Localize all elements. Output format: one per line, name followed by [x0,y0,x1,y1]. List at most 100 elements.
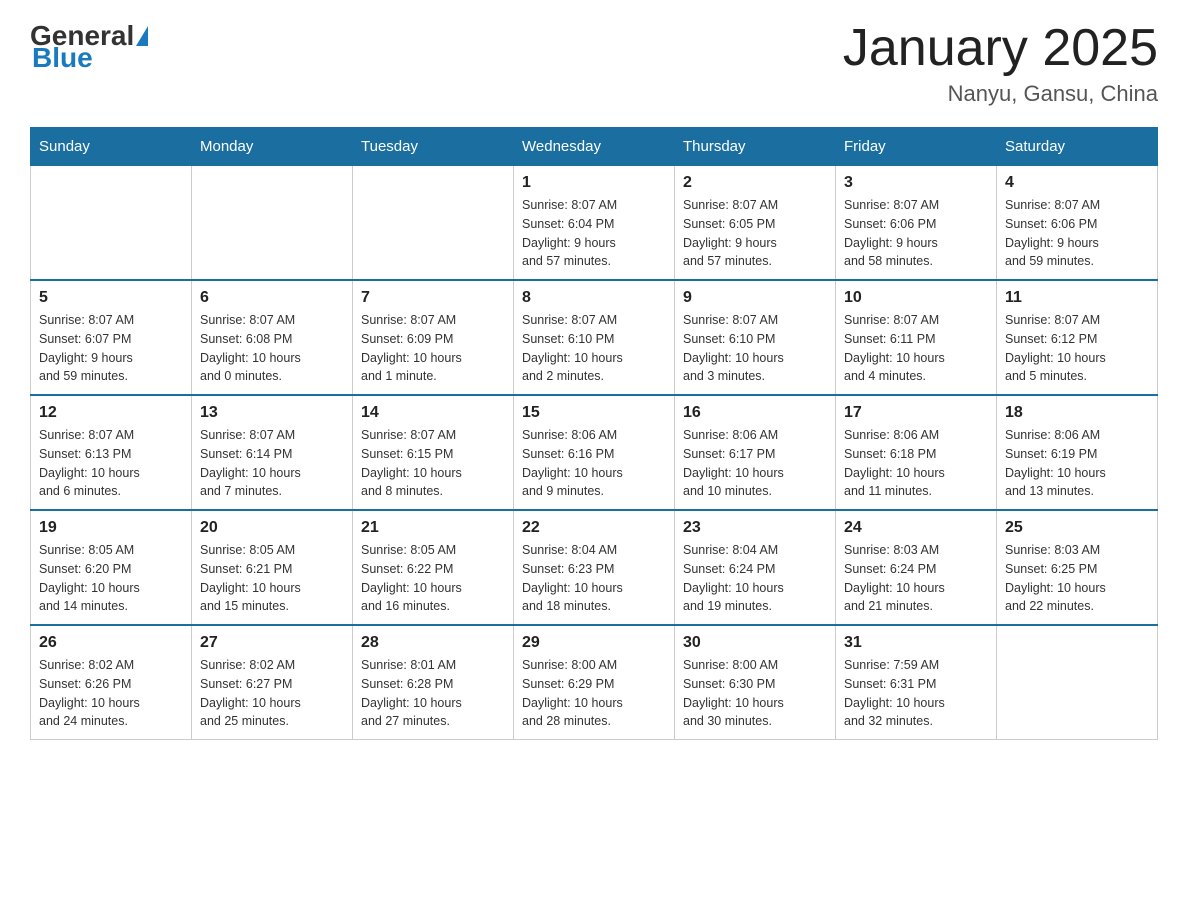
day-info: Sunrise: 8:06 AM Sunset: 6:19 PM Dayligh… [1005,426,1149,501]
day-info: Sunrise: 8:07 AM Sunset: 6:11 PM Dayligh… [844,311,988,386]
day-info: Sunrise: 8:07 AM Sunset: 6:10 PM Dayligh… [683,311,827,386]
day-number: 18 [1005,404,1149,422]
day-info: Sunrise: 8:07 AM Sunset: 6:07 PM Dayligh… [39,311,183,386]
day-info: Sunrise: 8:07 AM Sunset: 6:08 PM Dayligh… [200,311,344,386]
calendar-cell-w4-d5: 23 Sunrise: 8:04 AM Sunset: 6:24 PM Dayli… [675,510,836,625]
calendar-cell-w5-d7 [997,625,1158,740]
day-number: 2 [683,174,827,192]
day-info: Sunrise: 8:01 AM Sunset: 6:28 PM Dayligh… [361,656,505,731]
day-number: 1 [522,174,666,192]
day-info: Sunrise: 8:07 AM Sunset: 6:06 PM Dayligh… [1005,196,1149,271]
day-info: Sunrise: 8:07 AM Sunset: 6:05 PM Dayligh… [683,196,827,271]
calendar-cell-w2-d1: 5 Sunrise: 8:07 AM Sunset: 6:07 PM Daylig… [31,280,192,395]
week-row-1: 1Sunrise: 8:07 AM Sunset: 6:04 PM Daylig… [31,166,1158,281]
day-info: Sunrise: 8:05 AM Sunset: 6:22 PM Dayligh… [361,541,505,616]
week-row-4: 19 Sunrise: 8:05 AM Sunset: 6:20 PM Dayli… [31,510,1158,625]
calendar-cell-w2-d4: 8Sunrise: 8:07 AM Sunset: 6:10 PM Daylig… [514,280,675,395]
day-info: Sunrise: 8:05 AM Sunset: 6:20 PM Dayligh… [39,541,183,616]
calendar-cell-w3-d5: 16 Sunrise: 8:06 AM Sunset: 6:17 PM Dayli… [675,395,836,510]
calendar-cell-w5-d1: 26 Sunrise: 8:02 AM Sunset: 6:26 PM Dayli… [31,625,192,740]
day-number: 16 [683,404,827,422]
day-info: Sunrise: 8:06 AM Sunset: 6:16 PM Dayligh… [522,426,666,501]
week-row-2: 5 Sunrise: 8:07 AM Sunset: 6:07 PM Daylig… [31,280,1158,395]
day-number: 31 [844,634,988,652]
day-info: Sunrise: 8:00 AM Sunset: 6:29 PM Dayligh… [522,656,666,731]
day-info: Sunrise: 8:00 AM Sunset: 6:30 PM Dayligh… [683,656,827,731]
calendar-cell-w2-d6: 10 Sunrise: 8:07 AM Sunset: 6:11 PM Dayli… [836,280,997,395]
day-info: Sunrise: 8:06 AM Sunset: 6:18 PM Dayligh… [844,426,988,501]
day-info: Sunrise: 8:05 AM Sunset: 6:21 PM Dayligh… [200,541,344,616]
calendar-cell-w2-d7: 11 Sunrise: 8:07 AM Sunset: 6:12 PM Dayli… [997,280,1158,395]
calendar-cell-w4-d1: 19 Sunrise: 8:05 AM Sunset: 6:20 PM Dayli… [31,510,192,625]
day-number: 25 [1005,519,1149,537]
day-number: 5 [39,289,183,307]
day-number: 23 [683,519,827,537]
day-info: Sunrise: 8:07 AM Sunset: 6:13 PM Dayligh… [39,426,183,501]
calendar-cell-w4-d7: 25Sunrise: 8:03 AM Sunset: 6:25 PM Dayli… [997,510,1158,625]
day-number: 11 [1005,289,1149,307]
header-tuesday: Tuesday [353,128,514,166]
calendar-cell-w3-d3: 14 Sunrise: 8:07 AM Sunset: 6:15 PM Dayli… [353,395,514,510]
page-header: General Blue January 2025 Nanyu, Gansu, … [30,20,1158,107]
calendar-cell-w1-d2 [192,166,353,281]
header-sunday: Sunday [31,128,192,166]
calendar-cell-w4-d3: 21 Sunrise: 8:05 AM Sunset: 6:22 PM Dayli… [353,510,514,625]
logo-blue-text: Blue [32,42,93,73]
day-number: 29 [522,634,666,652]
day-number: 30 [683,634,827,652]
header-saturday: Saturday [997,128,1158,166]
day-number: 27 [200,634,344,652]
day-number: 21 [361,519,505,537]
calendar-cell-w5-d6: 31 Sunrise: 7:59 AM Sunset: 6:31 PM Dayli… [836,625,997,740]
day-number: 7 [361,289,505,307]
day-info: Sunrise: 8:07 AM Sunset: 6:12 PM Dayligh… [1005,311,1149,386]
day-number: 4 [1005,174,1149,192]
weekday-header-row: Sunday Monday Tuesday Wednesday Thursday… [31,128,1158,166]
calendar-cell-w5-d3: 28 Sunrise: 8:01 AM Sunset: 6:28 PM Dayli… [353,625,514,740]
calendar-cell-w3-d2: 13 Sunrise: 8:07 AM Sunset: 6:14 PM Dayli… [192,395,353,510]
calendar-cell-w5-d2: 27 Sunrise: 8:02 AM Sunset: 6:27 PM Dayli… [192,625,353,740]
header-wednesday: Wednesday [514,128,675,166]
day-info: Sunrise: 8:07 AM Sunset: 6:15 PM Dayligh… [361,426,505,501]
calendar-table: Sunday Monday Tuesday Wednesday Thursday… [30,127,1158,740]
calendar-cell-w1-d6: 3Sunrise: 8:07 AM Sunset: 6:06 PM Daylig… [836,166,997,281]
calendar-title: January 2025 [843,20,1158,77]
day-info: Sunrise: 8:02 AM Sunset: 6:27 PM Dayligh… [200,656,344,731]
day-number: 13 [200,404,344,422]
day-info: Sunrise: 8:04 AM Sunset: 6:23 PM Dayligh… [522,541,666,616]
day-number: 20 [200,519,344,537]
day-info: Sunrise: 8:07 AM Sunset: 6:09 PM Dayligh… [361,311,505,386]
week-row-5: 26 Sunrise: 8:02 AM Sunset: 6:26 PM Dayli… [31,625,1158,740]
day-number: 19 [39,519,183,537]
day-info: Sunrise: 8:07 AM Sunset: 6:06 PM Dayligh… [844,196,988,271]
calendar-cell-w3-d4: 15 Sunrise: 8:06 AM Sunset: 6:16 PM Dayli… [514,395,675,510]
day-number: 28 [361,634,505,652]
day-info: Sunrise: 8:06 AM Sunset: 6:17 PM Dayligh… [683,426,827,501]
calendar-cell-w5-d5: 30 Sunrise: 8:00 AM Sunset: 6:30 PM Dayli… [675,625,836,740]
day-number: 22 [522,519,666,537]
day-number: 24 [844,519,988,537]
day-info: Sunrise: 8:07 AM Sunset: 6:14 PM Dayligh… [200,426,344,501]
calendar-cell-w1-d3 [353,166,514,281]
calendar-cell-w1-d7: 4 Sunrise: 8:07 AM Sunset: 6:06 PM Daylig… [997,166,1158,281]
day-number: 9 [683,289,827,307]
calendar-cell-w3-d7: 18 Sunrise: 8:06 AM Sunset: 6:19 PM Dayli… [997,395,1158,510]
calendar-cell-w2-d5: 9 Sunrise: 8:07 AM Sunset: 6:10 PM Daylig… [675,280,836,395]
calendar-cell-w1-d1 [31,166,192,281]
day-info: Sunrise: 8:02 AM Sunset: 6:26 PM Dayligh… [39,656,183,731]
calendar-title-area: January 2025 Nanyu, Gansu, China [843,20,1158,107]
day-number: 10 [844,289,988,307]
calendar-cell-w5-d4: 29 Sunrise: 8:00 AM Sunset: 6:29 PM Dayli… [514,625,675,740]
day-number: 26 [39,634,183,652]
calendar-cell-w1-d5: 2 Sunrise: 8:07 AM Sunset: 6:05 PM Daylig… [675,166,836,281]
day-number: 14 [361,404,505,422]
day-number: 15 [522,404,666,422]
day-info: Sunrise: 8:04 AM Sunset: 6:24 PM Dayligh… [683,541,827,616]
calendar-subtitle: Nanyu, Gansu, China [843,81,1158,107]
day-number: 12 [39,404,183,422]
header-monday: Monday [192,128,353,166]
day-info: Sunrise: 7:59 AM Sunset: 6:31 PM Dayligh… [844,656,988,731]
header-friday: Friday [836,128,997,166]
calendar-cell-w4-d2: 20 Sunrise: 8:05 AM Sunset: 6:21 PM Dayli… [192,510,353,625]
day-number: 6 [200,289,344,307]
